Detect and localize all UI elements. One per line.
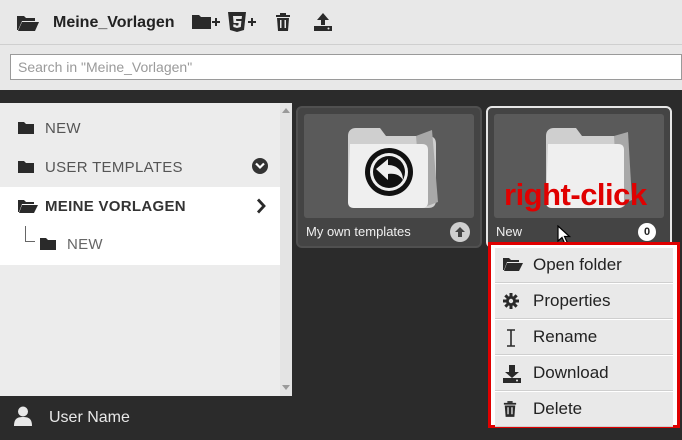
user-footer: User Name [0, 396, 490, 440]
sidebar-item-new[interactable]: NEW [0, 109, 280, 147]
folder-icon [18, 121, 34, 139]
menu-item-open-folder[interactable]: Open folder [495, 248, 673, 283]
chevron-down-icon[interactable] [252, 158, 268, 174]
menu-item-rename[interactable]: Rename [495, 320, 673, 355]
trash-icon [276, 13, 290, 31]
folder-open-icon [503, 257, 523, 277]
upload-button[interactable] [311, 10, 335, 34]
tile-name: My own templates [306, 224, 411, 239]
menu-item-label: Properties [533, 291, 611, 310]
tree-connector [25, 226, 35, 242]
sidebar-item-user-templates[interactable]: USER TEMPLATES [0, 148, 280, 186]
folder-back-icon [348, 128, 438, 208]
arrow-up-circle-icon[interactable] [450, 222, 470, 242]
folder-plus-icon [192, 15, 220, 29]
current-folder-title: Meine_Vorlagen [53, 14, 175, 31]
new-html5-button[interactable] [227, 10, 257, 34]
menu-item-label: Download [533, 363, 609, 382]
sidebar-scrollbar[interactable] [280, 103, 292, 396]
folder-icon [40, 237, 56, 255]
item-count-badge: 0 [638, 223, 656, 241]
menu-item-label: Delete [533, 399, 583, 418]
chevron-right-icon[interactable] [256, 198, 266, 219]
folder-open-icon [16, 14, 40, 37]
upload-icon [314, 13, 332, 31]
divider [0, 90, 682, 103]
tile-my-own-templates[interactable]: My own templates [296, 106, 482, 248]
sidebar-item-label: NEW [67, 236, 103, 253]
search-row [0, 45, 682, 90]
menu-item-label: Rename [533, 327, 598, 346]
delete-button[interactable] [272, 10, 294, 34]
user-name: User Name [49, 409, 130, 426]
gear-icon [503, 293, 519, 314]
scroll-up-arrow[interactable] [282, 108, 290, 113]
menu-item-properties[interactable]: Properties [495, 284, 673, 319]
html5-plus-icon [228, 12, 256, 32]
new-folder-button[interactable] [190, 10, 222, 34]
tile-name: New [496, 224, 523, 239]
context-menu: Open folder Properties Rename Download D… [488, 242, 680, 428]
sidebar-subitem-new[interactable]: NEW [0, 225, 280, 265]
search-input[interactable] [10, 54, 682, 80]
sidebar-item-label: USER TEMPLATES [45, 159, 183, 176]
scroll-down-arrow[interactable] [282, 385, 290, 390]
folder-open-icon [18, 199, 38, 218]
sidebar-item-meine-vorlagen[interactable]: MEINE VORLAGEN [0, 187, 280, 225]
folder-icon [18, 160, 34, 178]
user-icon [14, 406, 32, 431]
text-cursor-icon [503, 329, 519, 352]
tile-thumbnail [304, 114, 474, 218]
menu-item-download[interactable]: Download [495, 356, 673, 391]
sidebar: NEW USER TEMPLATES MEINE VORLAGEN NEW [0, 103, 292, 396]
menu-item-label: Open folder [533, 255, 622, 274]
menu-item-delete[interactable]: Delete [495, 392, 673, 427]
trash-icon [503, 401, 517, 422]
right-click-annotation: right-click [504, 177, 647, 212]
toolbar: Meine_Vorlagen [0, 0, 682, 45]
download-icon [503, 365, 521, 388]
sidebar-item-label: MEINE VORLAGEN [45, 198, 186, 215]
sidebar-item-label: NEW [45, 120, 81, 137]
